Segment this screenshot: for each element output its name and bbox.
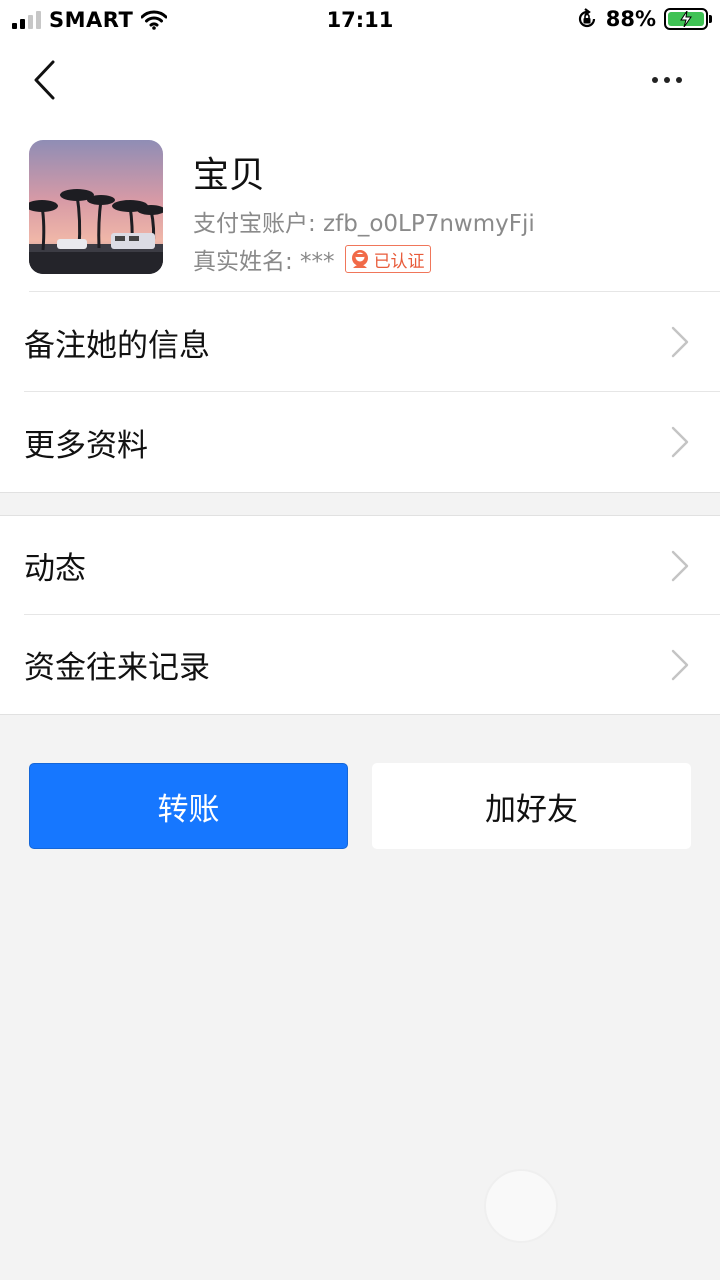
- battery-charging-icon: [664, 8, 712, 30]
- menu-item-more-info[interactable]: 更多资料: [0, 392, 720, 492]
- more-dots-icon: [652, 77, 658, 83]
- alipay-account: 支付宝账户: zfb_o0LP7nwmyFji: [193, 211, 535, 237]
- real-name-row: 真实姓名: *** 已认证: [193, 242, 431, 276]
- verified-badge: 已认证: [344, 245, 431, 273]
- section-separator: [0, 492, 720, 493]
- menu-group-info: 备注她的信息 更多资料: [0, 292, 720, 492]
- real-name: 真实姓名: ***: [193, 249, 335, 275]
- contact-name: 宝贝: [193, 155, 266, 196]
- menu-item-fund-records[interactable]: 资金往来记录: [0, 615, 720, 714]
- menu-item-moments[interactable]: 动态: [0, 516, 720, 615]
- orientation-lock-icon: [578, 8, 595, 28]
- back-button[interactable]: [24, 58, 64, 102]
- chevron-right-icon: [671, 326, 689, 358]
- status-right: 88%: [576, 7, 712, 31]
- chevron-right-icon: [671, 649, 689, 680]
- menu-item-label: 动态: [24, 551, 86, 587]
- nav-bar: [0, 40, 720, 120]
- watermark-logo: [484, 1166, 714, 1246]
- verified-person-icon: [351, 250, 368, 268]
- battery-percent: 88%: [605, 7, 656, 31]
- more-button[interactable]: [642, 62, 692, 98]
- add-friend-button[interactable]: 加好友: [372, 763, 691, 849]
- avatar[interactable]: [29, 140, 163, 274]
- chevron-right-icon: [671, 426, 689, 458]
- verified-label: 已认证: [373, 251, 425, 272]
- avatar-image: [29, 140, 163, 274]
- chevron-left-icon: [34, 60, 55, 100]
- menu-item-label: 更多资料: [24, 427, 148, 464]
- menu-item-remark[interactable]: 备注她的信息: [0, 292, 720, 392]
- menu-item-label: 资金往来记录: [24, 650, 210, 686]
- section-separator: [0, 714, 720, 715]
- status-bar: SMART 17:11 88%: [0, 0, 720, 40]
- menu-group-activity: 动态 资金往来记录: [0, 516, 720, 714]
- menu-item-label: 备注她的信息: [24, 327, 210, 364]
- transfer-button[interactable]: 转账: [29, 763, 348, 849]
- profile-header: 宝贝 支付宝账户: zfb_o0LP7nwmyFji 真实姓名: *** 已认证: [0, 120, 720, 292]
- chevron-right-icon: [671, 550, 689, 581]
- contact-profile-page: SMART 17:11 88% 宝贝 支付宝账户: zfb_o0LP7nwmyF…: [0, 0, 720, 1280]
